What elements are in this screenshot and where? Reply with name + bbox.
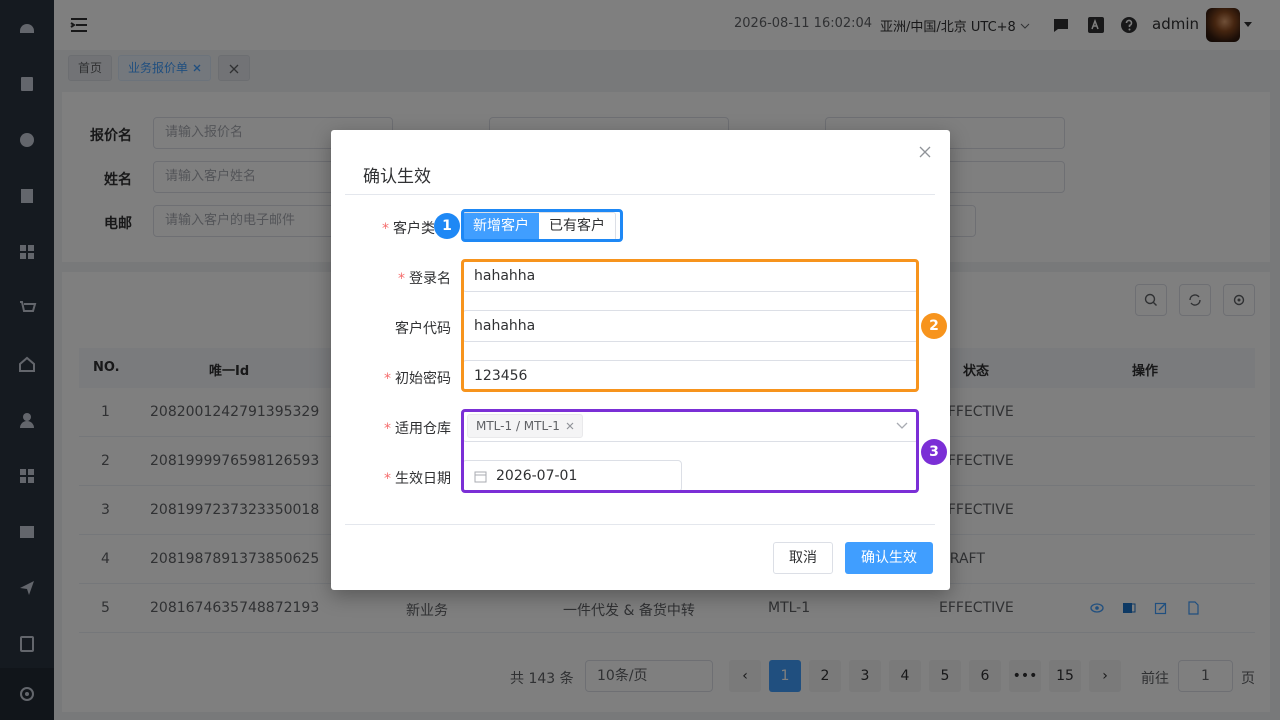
- customer-code-label: 客户代码: [395, 321, 451, 337]
- annotation-box-1: [461, 209, 623, 242]
- customer-type-label-text: 客户类: [393, 221, 435, 237]
- effective-date-label-text: 生效日期: [395, 471, 451, 487]
- confirm-button[interactable]: 确认生效: [845, 542, 933, 574]
- dialog-divider: [345, 194, 935, 195]
- cancel-button[interactable]: 取消: [773, 542, 833, 574]
- annotation-box-3: [461, 409, 919, 493]
- annotation-badge-2: 2: [921, 313, 947, 339]
- customer-type-label: * 客户类: [382, 221, 435, 237]
- dialog-title: 确认生效: [363, 167, 431, 187]
- login-name-label-text: 登录名: [409, 271, 451, 287]
- effective-date-label: * 生效日期: [384, 471, 451, 487]
- warehouse-label: * 适用仓库: [384, 421, 451, 437]
- dialog-footer-divider: [345, 524, 935, 525]
- warehouse-label-text: 适用仓库: [395, 421, 451, 437]
- password-label: * 初始密码: [384, 371, 451, 387]
- annotation-badge-1: 1: [434, 213, 460, 239]
- annotation-badge-3: 3: [921, 439, 947, 465]
- password-label-text: 初始密码: [395, 371, 451, 387]
- login-name-label: * 登录名: [398, 271, 451, 287]
- close-icon[interactable]: [919, 146, 931, 158]
- annotation-box-2: [461, 259, 919, 392]
